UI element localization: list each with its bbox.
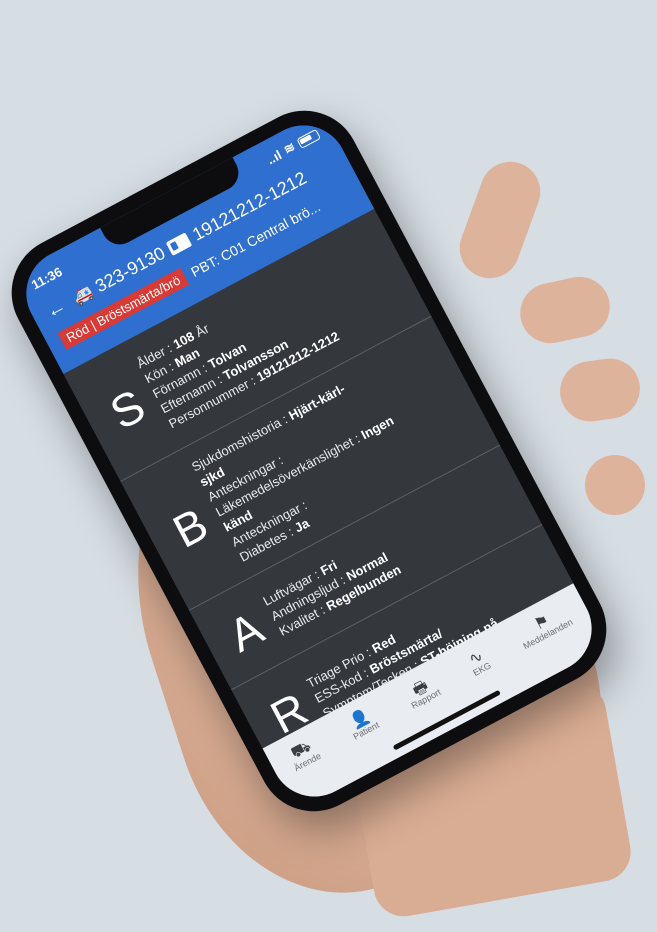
tab-arende[interactable]: ⛟ Ärende [284,735,322,773]
back-arrow-icon[interactable]: ← [42,295,70,325]
tab-patient[interactable]: 👤 Patient [343,704,380,742]
tab-rapport[interactable]: 🖶 Rapport [401,671,443,711]
thumb [451,153,549,287]
finger [514,271,616,349]
finger [556,354,644,426]
battery-icon [296,128,321,149]
wifi-icon: ≋ [281,138,298,158]
finger [585,455,645,515]
status-time: 11:36 [28,263,65,293]
tab-ekg[interactable]: ∿ EKG [463,644,493,678]
id-card-icon [165,232,193,256]
signal-icon: ..ıl [264,146,284,167]
ambulance-icon: 🚑 [70,283,96,308]
